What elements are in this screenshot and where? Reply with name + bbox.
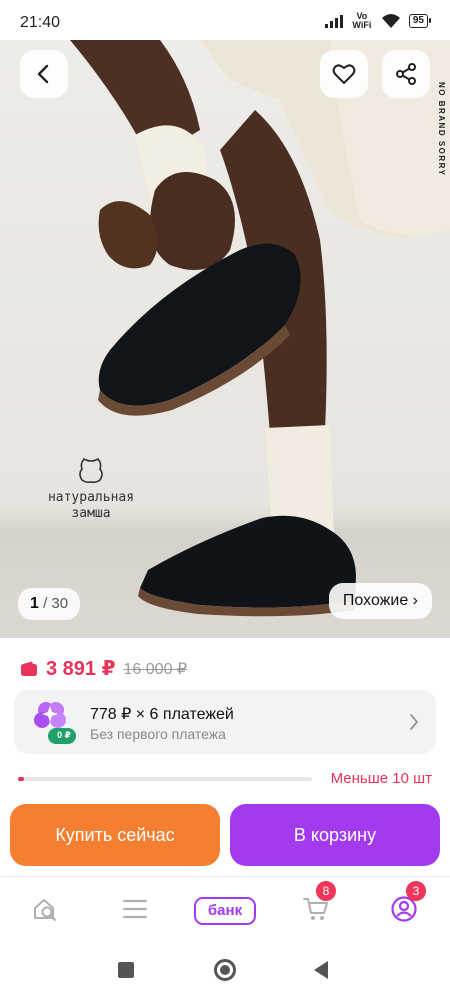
- share-button[interactable]: [382, 50, 430, 98]
- chevron-left-icon: [37, 64, 49, 84]
- image-counter-total: / 30: [43, 595, 69, 612]
- status-bar: 21:40 Vo WiFi 95: [0, 0, 450, 40]
- price-current: 3 891 ₽: [46, 658, 116, 680]
- installments-title: 778 ₽ × 6 платежей: [90, 706, 234, 723]
- image-counter-current: 1: [30, 595, 39, 612]
- bottom-nav: банк 8 3: [0, 876, 450, 942]
- nav-cart[interactable]: 8: [294, 881, 338, 931]
- nav-bank[interactable]: банк: [194, 897, 256, 925]
- nav-profile[interactable]: 3: [382, 881, 426, 931]
- stock-progress-fill: [18, 777, 24, 781]
- recents-button[interactable]: [118, 962, 134, 978]
- status-icons: Vo WiFi 95: [324, 11, 432, 30]
- stock-label: Меньше 10 шт: [330, 770, 432, 787]
- system-navigation-bar: [0, 942, 450, 1000]
- nav-catalog[interactable]: [113, 887, 157, 931]
- installments-card[interactable]: 0 ₽ 778 ₽ × 6 платежей Без первого плате…: [14, 690, 436, 754]
- price-old: 16 000 ₽: [123, 660, 188, 678]
- status-time: 21:40: [20, 14, 61, 31]
- stock-progress-track: [18, 777, 312, 781]
- brand-vertical-text: NO BRAND SORRY: [437, 82, 446, 177]
- home-button-dot: [220, 965, 230, 975]
- home-button[interactable]: [214, 959, 236, 981]
- badge-line-2: замша: [71, 506, 111, 521]
- favorite-button[interactable]: [320, 50, 368, 98]
- add-to-cart-button[interactable]: В корзину: [230, 804, 440, 866]
- volte-wifi-label: Vo WiFi: [352, 11, 372, 30]
- chevron-right-icon: [410, 714, 419, 730]
- wifi-icon: [381, 14, 400, 28]
- installments-subtitle: Без первого платежа: [90, 726, 226, 742]
- cart-badge: 8: [316, 881, 336, 901]
- buy-now-button[interactable]: Купить сейчас: [10, 804, 220, 866]
- battery-icon: 95: [408, 14, 432, 28]
- installments-badge: 0 ₽: [57, 730, 71, 740]
- leather-hide-icon: [79, 457, 103, 484]
- badge-line-1: натуральная: [47, 490, 135, 505]
- home-search-icon: [34, 899, 56, 921]
- image-counter: 1 / 30: [18, 588, 81, 620]
- price-row: 3 891 ₽ 16 000 ₽: [20, 656, 187, 681]
- share-icon: [396, 63, 416, 85]
- nav-home-search[interactable]: [24, 887, 68, 931]
- similar-button[interactable]: Похожие ›: [328, 583, 432, 619]
- product-image-gallery[interactable]: NO BRAND SORRY натуральная замша 1 / 30 …: [0, 40, 450, 638]
- profile-badge: 3: [406, 881, 426, 901]
- stock-indicator: Меньше 10 шт: [18, 768, 432, 790]
- natural-suede-badge: натуральная замша: [30, 456, 152, 522]
- menu-icon: [122, 899, 148, 919]
- signal-icon: [324, 14, 343, 28]
- back-button[interactable]: [20, 50, 68, 98]
- back-triangle-icon[interactable]: [312, 960, 330, 980]
- wallet-icon: [21, 661, 37, 676]
- heart-icon: [332, 64, 356, 84]
- product-photo: [0, 40, 450, 638]
